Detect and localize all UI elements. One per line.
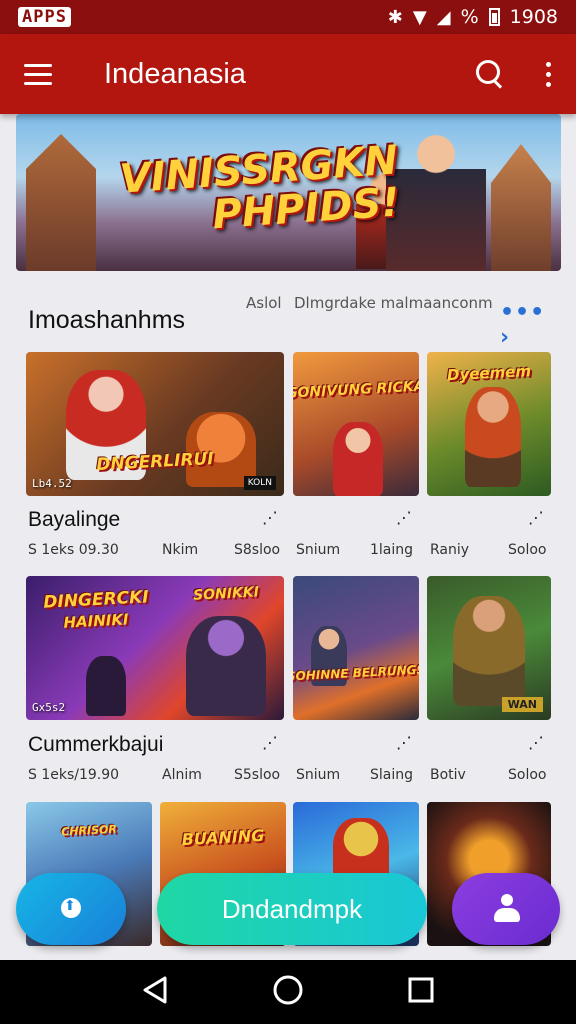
share-icon[interactable]: ⋰ (262, 733, 280, 752)
meta-text: Soloo (508, 767, 547, 783)
app-title: Indeanasia (104, 57, 246, 90)
upload-icon (58, 896, 84, 922)
nav-back-icon[interactable] (141, 975, 169, 1009)
character-figure (333, 422, 383, 496)
section-subtitle-1: Aslol (246, 294, 282, 312)
status-time: 1908 (509, 6, 558, 28)
game-card[interactable]: SOHINNE BELRUNGS (293, 576, 419, 720)
cell-signal-icon: ◢ (436, 6, 451, 28)
meta-text: Snium (296, 542, 341, 558)
row-title: Bayalinge (28, 508, 121, 531)
app-bar: Indeanasia (0, 34, 576, 114)
meta-text: Slaing (370, 767, 414, 783)
download-button[interactable]: Dndandmpk (157, 873, 427, 945)
game-card[interactable]: WAN (427, 576, 551, 720)
share-icon[interactable]: ⋰ (528, 508, 546, 527)
game-card[interactable]: DNGERLIRUI Lb4.52 KOLN (26, 352, 284, 496)
card-title-art: DINGERCKI (42, 587, 150, 613)
meta-text: S5sloo (234, 767, 281, 783)
character-figure (453, 596, 525, 706)
meta-text: Soloo (508, 542, 547, 558)
nav-recents-icon[interactable] (407, 976, 435, 1008)
card-caption: Lb4.52 (32, 477, 72, 490)
system-nav-bar (0, 960, 576, 1024)
nav-home-icon[interactable] (272, 974, 304, 1010)
character-figure (86, 656, 126, 716)
card-title-art: Dyeemem (446, 361, 532, 385)
search-icon[interactable] (472, 56, 508, 92)
status-app-badge: APPS (18, 7, 71, 27)
share-icon[interactable]: ⋰ (396, 733, 414, 752)
hamburger-menu-icon[interactable] (24, 57, 58, 91)
card-title-art: BUANING (181, 825, 265, 850)
banner-title: VINISSRGKN PHPIDS! (118, 137, 402, 242)
card-title-art: SONIKKI (192, 584, 260, 604)
share-icon[interactable]: ⋰ (528, 733, 546, 752)
row-title: Cummerkbajui (28, 733, 164, 756)
game-card[interactable]: Dyeemem (427, 352, 551, 496)
card-caption: Gx5s2 (32, 701, 66, 714)
meta-text: Raniy (430, 542, 470, 558)
nfc-icon: ✱ (387, 6, 403, 28)
see-more-button[interactable]: ••• › (500, 300, 548, 350)
banner-character-hero (386, 124, 486, 271)
more-options-icon[interactable] (544, 61, 552, 87)
wifi-icon: ▼ (412, 6, 427, 28)
card-title-art: HAINIKI (63, 610, 129, 632)
meta-text: 1laing (370, 542, 414, 558)
card-badge: WAN (501, 697, 543, 712)
meta-text: S 1eks 09.30 (28, 542, 119, 558)
meta-text: Alnim (162, 767, 202, 783)
download-button-label: Dndandmpk (221, 893, 363, 924)
card-title-art: SONIVUNG RICKA (293, 378, 419, 402)
chevron-right-icon: › (500, 325, 511, 350)
card-title-art: CHRISOR (60, 822, 118, 839)
section-title: Imoashanhms (28, 306, 186, 334)
ellipsis-icon: ••• (500, 300, 546, 325)
character-figure (465, 387, 521, 487)
battery-percent: % (460, 6, 479, 28)
featured-banner[interactable]: VINISSRGKN PHPIDS! (16, 114, 561, 271)
banner-tower-right (491, 144, 551, 271)
section-subtitle-2: Dlmgrdake malmaanconm (294, 294, 493, 312)
meta-text: Nkim (162, 542, 199, 558)
game-card[interactable]: DINGERCKI HAINIKI SONIKKI Gx5s2 (26, 576, 284, 720)
meta-text: Botiv (430, 767, 466, 783)
upload-button[interactable] (16, 873, 126, 945)
profile-button[interactable] (452, 873, 560, 945)
status-bar: APPS ✱ ▼ ◢ % 1908 (0, 0, 576, 34)
battery-icon (488, 8, 500, 26)
banner-tower-left (26, 134, 96, 271)
share-icon[interactable]: ⋰ (396, 508, 414, 527)
status-icons: ✱ ▼ ◢ % 1908 (388, 6, 558, 28)
meta-text: Snium (296, 767, 341, 783)
card-badge: KOLN (243, 476, 276, 490)
user-group-icon (490, 894, 522, 924)
character-figure (186, 616, 266, 716)
game-card[interactable]: SONIVUNG RICKA (293, 352, 419, 496)
meta-text: S8sloo (234, 542, 281, 558)
share-icon[interactable]: ⋰ (262, 508, 280, 527)
meta-text: S 1eks/19.90 (28, 767, 120, 783)
section-header: Imoashanhms Aslol Dlmgrdake malmaanconm … (28, 290, 548, 350)
